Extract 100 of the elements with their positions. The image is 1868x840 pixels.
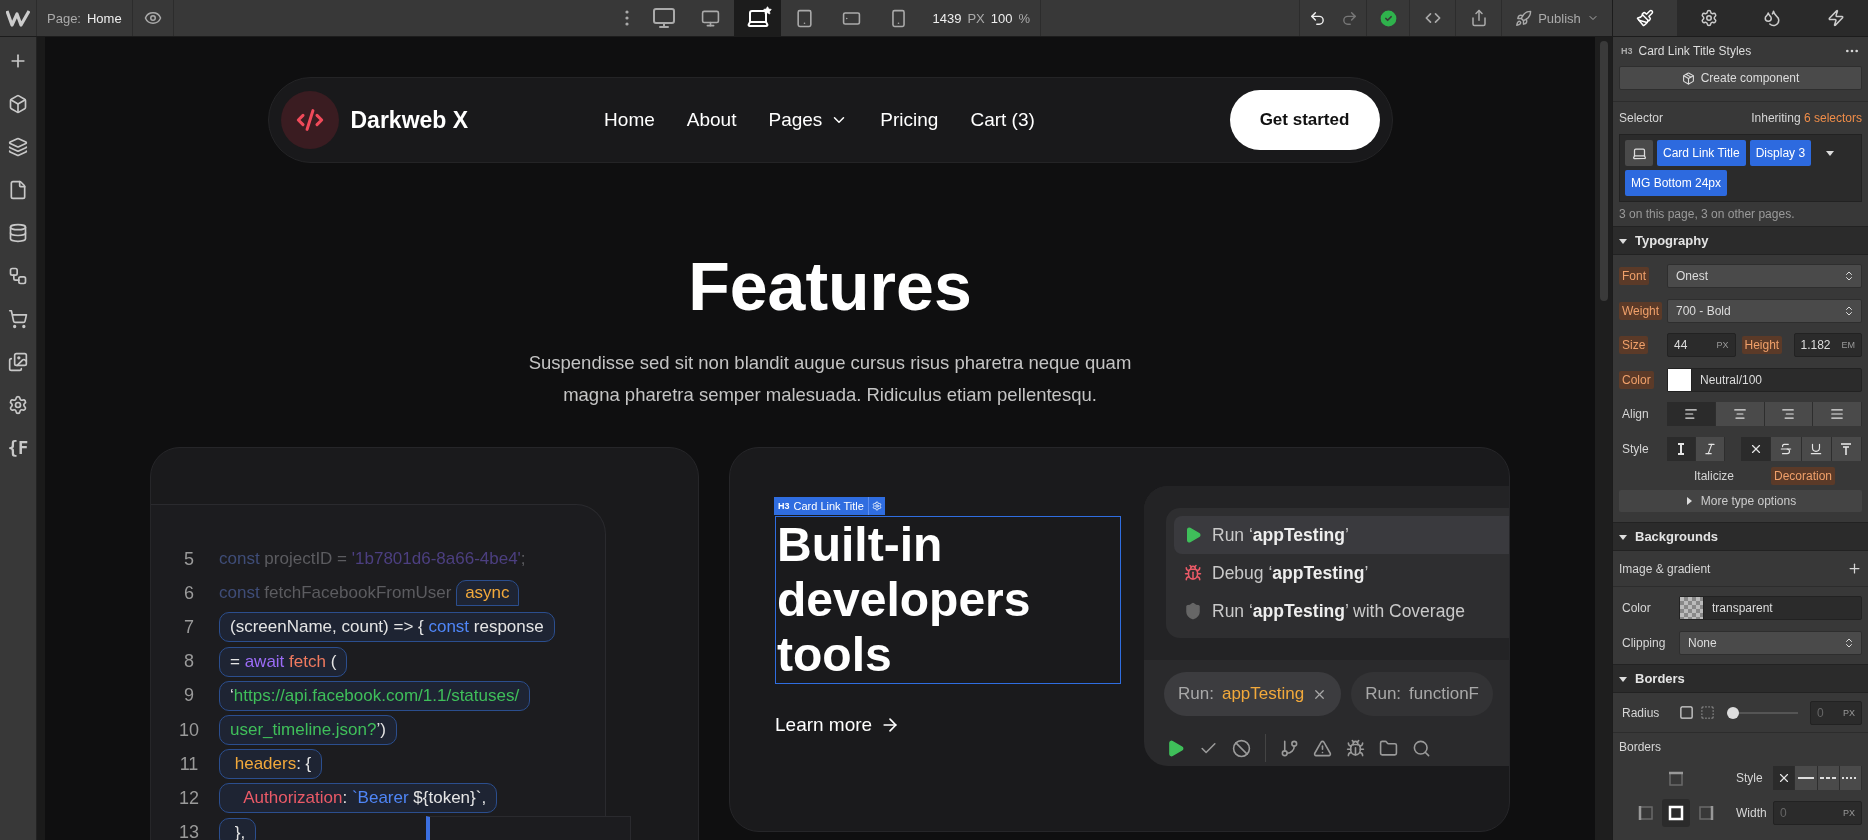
- selector-field[interactable]: Card Link Title Display 3 MG Bottom 24px: [1619, 134, 1862, 202]
- dashed-square-icon[interactable]: [1700, 705, 1715, 720]
- align-icon: [1830, 407, 1845, 422]
- updown-icon: [1843, 270, 1855, 283]
- decoration-button[interactable]: [1741, 436, 1772, 461]
- panel-title: Card Link Title Styles: [1638, 44, 1753, 58]
- line-height-field[interactable]: 1.182 EM: [1793, 333, 1862, 358]
- field-label: Size: [1619, 336, 1649, 355]
- underline-icon: [1809, 441, 1824, 456]
- code-line: user_timeline.json?’): [219, 715, 397, 746]
- line-number: 12: [178, 787, 200, 809]
- scrollbar-thumb[interactable]: [1599, 41, 1608, 301]
- background-color-field[interactable]: transparent: [1679, 596, 1862, 621]
- package-icon: [1681, 71, 1695, 85]
- folder-icon[interactable]: [1379, 738, 1398, 758]
- get-started-button[interactable]: Get started: [1229, 90, 1380, 150]
- border-side-icon: [1638, 804, 1654, 821]
- border-side-button[interactable]: [1662, 798, 1690, 827]
- card-title[interactable]: Built-in developers tools: [775, 516, 1121, 684]
- border-side-icon: [1668, 804, 1684, 821]
- align-button[interactable]: [1667, 402, 1716, 427]
- panel-tab[interactable]: [1613, 0, 1677, 36]
- caret-icon: [1619, 236, 1627, 245]
- stop-icon[interactable]: [1232, 738, 1251, 758]
- nav-link[interactable]: About: [686, 109, 737, 131]
- page-label: Page:: [47, 10, 81, 26]
- radius-field[interactable]: 0 PX: [1810, 700, 1862, 725]
- color-field[interactable]: Neutral/100: [1667, 367, 1862, 392]
- learn-more-link[interactable]: Learn more: [775, 714, 1144, 736]
- tag-label: H3: [1621, 46, 1633, 56]
- decoration-button[interactable]: [1801, 436, 1832, 461]
- star-icon: [763, 6, 773, 15]
- more-type-options-button[interactable]: More type options: [1619, 490, 1862, 512]
- updown-icon: [1843, 304, 1855, 317]
- page-name[interactable]: Home: [87, 10, 122, 26]
- italic-button[interactable]: [1667, 436, 1696, 461]
- nav-link[interactable]: Pricing: [880, 109, 939, 131]
- run-tab[interactable]: Run: functionF: [1351, 672, 1493, 716]
- breakpoint-button[interactable]: [734, 0, 782, 36]
- align-button[interactable]: [1813, 402, 1862, 427]
- align-button[interactable]: [1715, 402, 1765, 427]
- monitor-icon: [651, 6, 676, 30]
- nav-link[interactable]: Pages: [768, 109, 849, 131]
- border-style-button[interactable]: [1839, 766, 1862, 791]
- run-tab[interactable]: Run: appTesting: [1164, 672, 1342, 716]
- rocket-icon: [1515, 9, 1533, 27]
- field-label: Width: [1735, 804, 1768, 822]
- shield-icon: [1184, 602, 1202, 620]
- decoration-button[interactable]: [1771, 436, 1802, 461]
- menu-item[interactable]: Run ‘appTesting’: [1174, 516, 1509, 554]
- code-icon: [295, 106, 324, 134]
- redo-icon: [1340, 9, 1358, 27]
- field-label: Height: [1741, 336, 1783, 355]
- add-icon[interactable]: [1847, 561, 1862, 576]
- brand-name[interactable]: Darkweb X: [350, 106, 469, 134]
- border-width-field[interactable]: 0 PX: [1773, 800, 1862, 825]
- code-line: Authorization: `Bearer ${token}`,: [219, 783, 498, 814]
- class-chip[interactable]: Display 3: [1749, 140, 1812, 166]
- selection-tag[interactable]: H3 Card Link Title: [774, 497, 885, 515]
- play-icon[interactable]: [1166, 738, 1185, 758]
- italicize-caption: Italicize: [1693, 468, 1735, 485]
- clipping-select[interactable]: None: [1679, 630, 1862, 655]
- border-style-button[interactable]: [1817, 766, 1840, 791]
- branch-icon[interactable]: [1280, 738, 1299, 758]
- slider-thumb[interactable]: [1727, 706, 1739, 719]
- bug-icon[interactable]: [1346, 738, 1365, 758]
- database-icon: [8, 223, 28, 243]
- line-number: 8: [183, 651, 195, 673]
- class-chip[interactable]: MG Bottom 24px: [1625, 170, 1728, 196]
- square-icon[interactable]: [1679, 705, 1694, 720]
- publish-button[interactable]: Publish: [1502, 9, 1612, 27]
- decoration-button[interactable]: [1831, 436, 1862, 461]
- border-side-icon: [1698, 804, 1714, 821]
- page-icon: [8, 180, 28, 200]
- caret-icon: [1619, 532, 1627, 541]
- app-button[interactable]: {F: [0, 430, 37, 466]
- section-header[interactable]: Typography: [1613, 226, 1868, 255]
- italic-button[interactable]: [1696, 436, 1725, 461]
- search-icon[interactable]: [1412, 738, 1431, 758]
- weight-select[interactable]: 700 - Bold: [1667, 298, 1862, 323]
- code-line: const fetchFacebookFromUser async: [219, 578, 519, 609]
- settings-icon: [871, 501, 882, 511]
- size-field[interactable]: 44 PX: [1667, 333, 1736, 358]
- border-style-button[interactable]: [1795, 766, 1818, 791]
- menu-item[interactable]: Run ‘appTesting’ with Coverage: [1174, 592, 1509, 630]
- align-button[interactable]: [1764, 402, 1814, 427]
- menu-item[interactable]: Debug ‘appTesting’: [1174, 554, 1509, 592]
- overline-icon: [1839, 441, 1854, 456]
- border-style-button[interactable]: [1773, 766, 1796, 791]
- warning-icon[interactable]: [1313, 738, 1332, 758]
- share-icon: [1469, 9, 1488, 27]
- create-component-button[interactable]: Create component: [1619, 66, 1862, 90]
- section-header[interactable]: Backgrounds: [1613, 522, 1868, 551]
- class-chip[interactable]: Card Link Title: [1657, 140, 1746, 166]
- font-select[interactable]: Onest: [1667, 264, 1862, 289]
- nav-link[interactable]: Cart (3): [970, 109, 1035, 131]
- zoom-level: 100: [990, 10, 1013, 26]
- section-header[interactable]: Borders: [1613, 664, 1868, 693]
- section-title: Features: [688, 247, 972, 325]
- nav-link[interactable]: Home: [604, 109, 655, 131]
